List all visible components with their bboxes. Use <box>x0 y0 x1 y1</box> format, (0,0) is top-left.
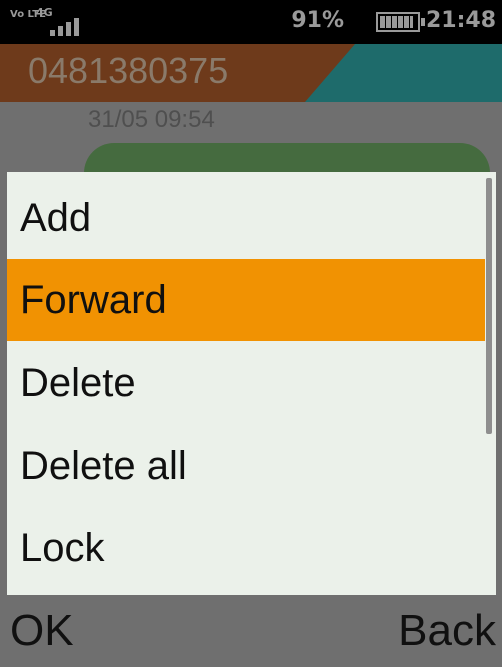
menu-item-forward[interactable]: Forward <box>7 259 485 341</box>
menu-item-label: Lock <box>20 526 105 570</box>
signal-cluster: Vo LTE 4G <box>10 4 90 40</box>
menu-scrollbar[interactable] <box>486 178 492 434</box>
battery-percent: 91% <box>291 8 344 33</box>
options-menu: Add Forward Delete Delete all Lock <box>7 172 496 595</box>
menu-item-label: Add <box>20 196 92 240</box>
signal-bars-icon <box>50 16 90 36</box>
back-softkey[interactable]: Back <box>398 599 496 663</box>
menu-item-delete-all[interactable]: Delete all <box>7 425 485 507</box>
contact-number: 0481380375 <box>28 50 229 91</box>
menu-item-delete[interactable]: Delete <box>7 342 485 424</box>
menu-item-label: Delete all <box>20 444 187 488</box>
battery-fill <box>380 16 413 28</box>
menu-item-add[interactable]: Add <box>7 177 485 259</box>
softkey-bar: OK Back <box>0 595 502 667</box>
battery-icon <box>376 12 425 32</box>
message-timestamp: 31/05 09:54 <box>88 106 215 133</box>
status-clock: 21:48 <box>425 8 496 33</box>
menu-item-lock[interactable]: Lock <box>7 507 485 589</box>
menu-item-label: Delete <box>20 361 136 405</box>
status-bar: Vo LTE 4G 91% 21:48 <box>0 0 502 44</box>
menu-item-label: Forward <box>20 278 167 322</box>
ok-softkey[interactable]: OK <box>10 599 74 663</box>
